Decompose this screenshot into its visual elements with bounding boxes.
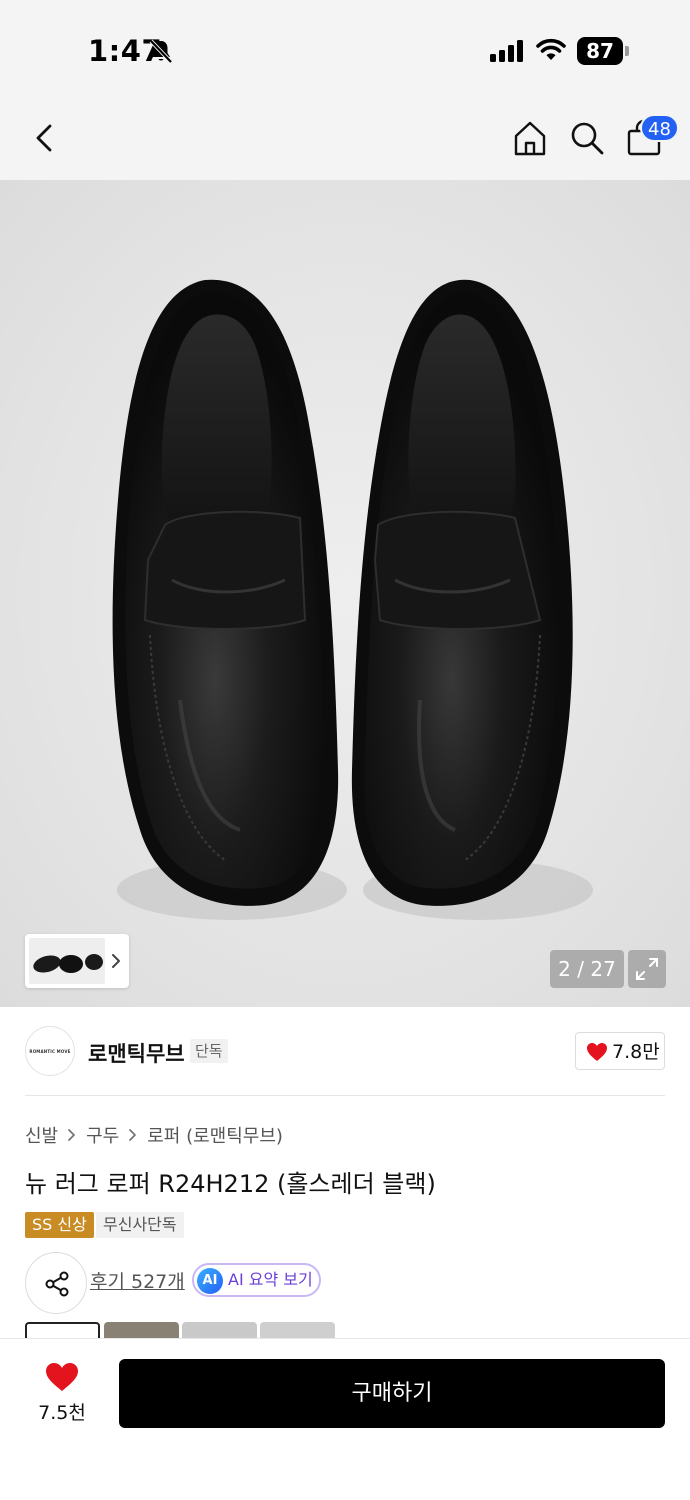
ai-summary-label: AI 요약 보기: [228, 1270, 313, 1289]
ai-summary-button[interactable]: AI AI 요약 보기: [192, 1263, 321, 1297]
cart-count-badge: 48: [640, 114, 679, 142]
chevron-right-icon: [129, 1129, 137, 1141]
heart-icon: [587, 1043, 607, 1061]
brand-like-button[interactable]: 7.8만: [575, 1032, 665, 1070]
brand-exclusive-tag: 단독: [190, 1039, 228, 1063]
signal-icon: [490, 40, 523, 62]
brand-like-count: 7.8만: [612, 1041, 660, 1063]
product-title: 뉴 러그 로퍼 R24H212 (홀스레더 블랙): [25, 1170, 436, 1198]
battery-icon: 87: [577, 37, 629, 65]
breadcrumb-item-loafer[interactable]: 로퍼 (로맨틱무브): [147, 1122, 283, 1148]
share-icon: [45, 1271, 69, 1297]
battery-level: 87: [586, 39, 614, 63]
tag-exclusive: 무신사단독: [96, 1212, 184, 1238]
thumbnail-image[interactable]: [29, 938, 105, 984]
brand-name[interactable]: 로맨틱무브: [88, 1038, 185, 1068]
wifi-icon: [536, 38, 566, 60]
image-counter: 2 / 27: [550, 950, 624, 988]
battery-tip: [625, 46, 629, 56]
product-like-count: 7.5천: [38, 1402, 86, 1424]
buy-button[interactable]: 구매하기: [119, 1359, 665, 1428]
share-button[interactable]: [25, 1252, 87, 1314]
back-chevron-icon[interactable]: [30, 120, 60, 156]
bell-off-icon: [149, 39, 173, 64]
status-bar: 1:47 87: [0, 0, 690, 100]
thumbnail-strip[interactable]: [25, 934, 129, 988]
expand-button[interactable]: [628, 950, 666, 988]
ai-badge-icon: AI: [197, 1268, 223, 1294]
expand-icon: [636, 958, 658, 980]
divider: [25, 1095, 665, 1096]
heart-icon[interactable]: [45, 1362, 79, 1392]
loafer-pair-photo: [112, 279, 593, 920]
breadcrumb-item-shoes[interactable]: 신발: [25, 1122, 58, 1148]
chevron-right-icon: [68, 1129, 76, 1141]
chevron-right-icon[interactable]: [109, 951, 123, 971]
top-nav-bar: [0, 100, 690, 180]
product-image[interactable]: [0, 180, 690, 1007]
home-icon[interactable]: [510, 118, 550, 158]
breadcrumb: 신발 구두 로퍼 (로맨틱무브): [25, 1122, 283, 1148]
brand-logo[interactable]: ROMANTIC MOVE: [25, 1026, 75, 1076]
review-link[interactable]: 후기 527개: [90, 1267, 185, 1294]
search-icon[interactable]: [567, 118, 607, 158]
breadcrumb-item-dress-shoes[interactable]: 구두: [86, 1122, 119, 1148]
thumbnail-shoes-photo: [33, 954, 103, 973]
tag-new-season: SS 신상: [25, 1212, 94, 1238]
